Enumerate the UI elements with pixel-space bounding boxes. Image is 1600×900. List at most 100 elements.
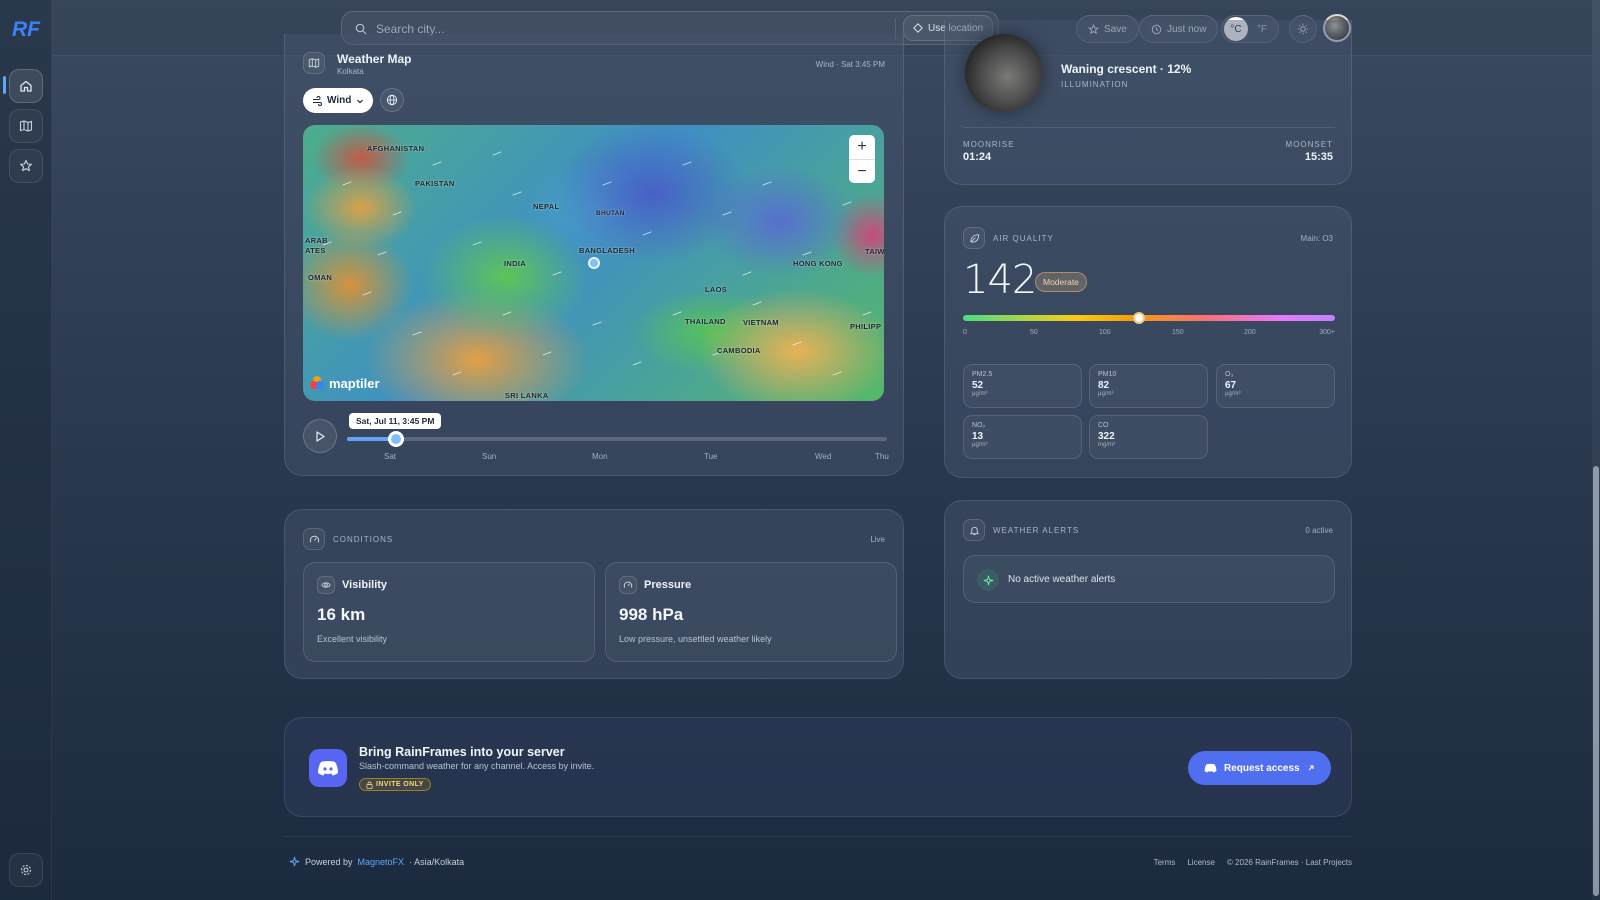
timeline-day: Wed [815, 452, 832, 461]
lock-icon [366, 781, 373, 789]
map-label: ARAB [305, 236, 328, 245]
eye-icon [321, 582, 331, 588]
pollutant-value: 322 [1098, 431, 1115, 442]
alerts-title: WEATHER ALERTS [993, 526, 1080, 535]
discord-banner: Bring RainFrames into your server Slash-… [284, 717, 1352, 817]
license-link[interactable]: License [1187, 858, 1215, 867]
nav-favorites-button[interactable] [9, 149, 43, 183]
aqi-scale-bar [963, 312, 1335, 324]
footer-powered-by: Powered by MagnetoFX · Asia/Kolkata [289, 856, 464, 867]
map-card-icon-box [303, 52, 325, 74]
pressure-value: 998 hPa [619, 605, 684, 624]
timeline-day: Sat [384, 452, 397, 461]
invite-only-label: INVITE ONLY [376, 781, 424, 788]
visibility-label: Visibility [342, 579, 388, 591]
map-label: TAIWA [865, 247, 884, 256]
gauge-icon [309, 535, 319, 542]
nav-home-button[interactable] [9, 69, 43, 103]
chevron-down-icon [357, 99, 364, 103]
map-card-subtitle: Kolkata [337, 67, 364, 76]
location-marker[interactable] [588, 257, 600, 269]
timeline-thumb[interactable] [387, 431, 404, 447]
pollutant-value: 67 [1225, 380, 1237, 391]
moonrise-value: 01:24 [963, 151, 992, 163]
discord-logo [309, 749, 347, 787]
aqi-scale-labels: 0 50 100 150 200 300+ [963, 329, 1335, 339]
conditions-title: CONDITIONS [333, 535, 394, 544]
footer-links: Terms License © 2026 RainFrames · Last P… [1154, 858, 1352, 867]
aq-icon-box [963, 227, 985, 249]
map-icon [308, 58, 320, 68]
map-card-meta: Wind · Sat 3:45 PM [815, 60, 885, 69]
active-indicator [3, 76, 6, 94]
visibility-value: 16 km [317, 605, 366, 624]
weather-alerts-card: WEATHER ALERTS 0 active No active weathe… [944, 500, 1352, 679]
weather-map[interactable]: AFGHANISTAN PAKISTAN NEPAL BHUTAN ARAB A… [303, 125, 884, 401]
aqi-scale-tick: 200 [1244, 329, 1256, 336]
scrollbar-thumb[interactable] [1593, 466, 1599, 896]
terms-link[interactable]: Terms [1154, 858, 1176, 867]
moon-divider [963, 127, 1335, 128]
no-alerts-text: No active weather alerts [1008, 574, 1116, 585]
weather-map-card: Weather Map Kolkata Wind · Sat 3:45 PM W… [284, 34, 904, 476]
map-label: BHUTAN [596, 210, 625, 217]
map-label: PAKISTAN [415, 179, 455, 188]
map-label: NEPAL [533, 202, 560, 211]
play-button[interactable] [303, 419, 337, 453]
moon-phase-image [965, 34, 1043, 112]
magnetofx-link[interactable]: MagnetoFX [358, 857, 405, 867]
maptiler-attribution[interactable]: maptiler [309, 375, 380, 391]
timeline-slider[interactable] [347, 431, 887, 447]
pollutant-unit: µg/m³ [1098, 391, 1114, 397]
gear-icon [20, 864, 32, 876]
page-scrollbar[interactable] [1592, 0, 1600, 900]
pollutant-value: 52 [972, 380, 984, 391]
nav-map-button[interactable] [9, 109, 43, 143]
pollutant-pm10: PM10 82 µg/m³ [1089, 364, 1208, 408]
footer-divider [284, 836, 1352, 837]
discord-icon [1204, 763, 1217, 773]
map-label: BANGLADESH [579, 246, 635, 255]
timeline-day: Mon [592, 452, 608, 461]
globe-view-button[interactable] [380, 88, 404, 112]
home-icon [20, 80, 32, 92]
pollutant-co: CO 322 mg/m³ [1089, 415, 1208, 459]
gauge-icon [623, 581, 633, 588]
pressure-card: Pressure 998 hPa Low pressure, unsettled… [605, 562, 897, 662]
map-card-title: Weather Map [337, 52, 412, 66]
powered-by-prefix: Powered by [305, 856, 353, 867]
conditions-card: CONDITIONS Live Visibility 16 km Excelle… [284, 509, 904, 679]
zoom-out-button[interactable]: − [849, 159, 875, 183]
external-link-icon [1308, 765, 1314, 771]
map-label: PHILIPP [850, 322, 882, 331]
sidebar: RF [0, 0, 52, 900]
moonset-label: MOONSET [1285, 140, 1333, 149]
pollutant-name: PM2.5 [972, 371, 993, 378]
star-icon [20, 159, 32, 172]
map-label: THAILAND [685, 317, 726, 326]
settings-button[interactable] [9, 853, 43, 887]
pollutant-value: 82 [1098, 380, 1110, 391]
zoom-in-button[interactable]: + [849, 135, 875, 159]
pollutant-name: PM10 [1098, 371, 1117, 378]
moon-phase-text: Waning crescent · 12% [1061, 62, 1192, 76]
map-icon [19, 120, 33, 132]
pollutant-value: 13 [972, 431, 984, 442]
discord-icon [318, 761, 338, 776]
moonset-value: 15:35 [1304, 151, 1333, 163]
map-label: OMAN [308, 273, 333, 282]
rainframes-logo[interactable]: RF [12, 16, 42, 41]
timeline-tooltip: Sat, Jul 11, 3:45 PM [349, 413, 442, 429]
maptiler-logo-icon [310, 376, 324, 389]
map-label: LAOS [705, 285, 728, 294]
pollutant-unit: µg/m³ [972, 391, 988, 397]
request-access-button[interactable]: Request access [1188, 751, 1331, 785]
leaf-icon [969, 233, 979, 243]
pressure-icon-box [619, 576, 637, 594]
aqi-level-badge: Moderate [1035, 272, 1087, 292]
map-layer-select[interactable]: Wind [303, 88, 374, 113]
map-label: ATES [305, 246, 326, 255]
timezone-label: · Asia/Kolkata [409, 856, 465, 867]
aqi-scale-marker [1132, 312, 1145, 324]
aqi-scale-tick: 150 [1172, 329, 1184, 336]
